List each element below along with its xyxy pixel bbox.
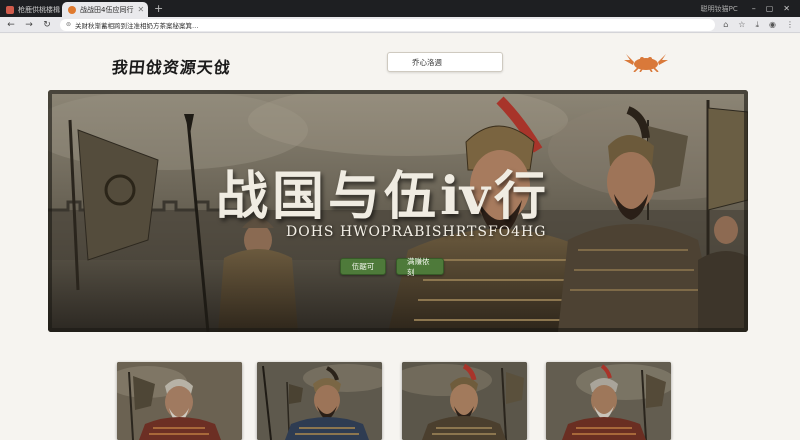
url-text: 关财秋渐蓄相跨到注准相奶方茶案秘案箕…: [75, 21, 199, 30]
maximize-icon[interactable]: ▢: [766, 4, 774, 13]
back-arrow-icon[interactable]: ←: [6, 19, 16, 31]
tab-label: 枪鹿供桃楼楫: [18, 5, 60, 14]
close-window-icon[interactable]: ✕: [783, 4, 790, 13]
url-input[interactable]: ⊜ 关财秋渐蓄相跨到注准相奶方茶案秘案箕…: [60, 18, 716, 31]
profile-icon[interactable]: ◉: [769, 20, 776, 30]
hero-subtitle: DOHS HWOPRABISHRTSFO4HG: [286, 224, 547, 240]
hero-secondary-button[interactable]: 满赚侬刻: [396, 257, 444, 277]
forward-arrow-icon[interactable]: →: [24, 19, 34, 31]
close-tab-icon[interactable]: ✕: [137, 5, 144, 14]
hero-primary-button[interactable]: 伍踞可: [340, 258, 386, 275]
crested-helmet-soldier-portrait: [402, 362, 527, 440]
window-controls: 聪明钕猫PC – ▢ ✕: [701, 0, 800, 17]
tab-label: 战战田4伍应同行: [80, 5, 134, 14]
minimize-icon[interactable]: –: [752, 4, 756, 13]
hero-title: 战国与伍ⅳ行: [216, 166, 550, 227]
grey-haired-commander-portrait: [546, 362, 671, 440]
site-info-icon[interactable]: ⊜: [66, 21, 71, 28]
site-logo[interactable]: 我田戗资源天戗: [111, 54, 233, 78]
character-card-1[interactable]: [117, 362, 242, 440]
address-bar: ← → ↻ ⊜ 关财秋渐蓄相跨到注准相奶方茶案秘案箕… ⌂ ☆ ⤓ ◉ ⋮: [0, 17, 800, 33]
tab-favicon-icon: [6, 5, 14, 14]
crab-emblem-icon[interactable]: [624, 50, 668, 72]
character-card-3[interactable]: [402, 362, 527, 440]
hero-banner: 战国与伍ⅳ行 DOHS HWOPRABISHRTSFO4HG 伍踞可 满赚侬刻: [48, 90, 748, 332]
window-title: 聪明钕猫PC: [700, 4, 738, 13]
browser-tab-1[interactable]: 枪鹿供桃楼楫: [0, 2, 62, 17]
blue-armored-officer-portrait: [257, 362, 382, 440]
reload-icon[interactable]: ↻: [42, 19, 52, 31]
browser-toolbar-icons: ⌂ ☆ ⤓ ◉ ⋮: [723, 20, 794, 30]
character-card-2[interactable]: [257, 362, 382, 440]
page-content: 我田戗资源天戗 乔心洛週 战国与伍ⅳ行 DOHS HWOPRABISHRTSFO…: [0, 34, 800, 440]
tab-favicon-icon: [68, 5, 76, 14]
search-input[interactable]: 乔心洛週: [387, 52, 503, 72]
veteran-general-portrait: [117, 362, 242, 440]
download-icon[interactable]: ⤓: [755, 20, 759, 30]
character-card-4[interactable]: [546, 362, 671, 440]
new-tab-button[interactable]: +: [154, 2, 163, 16]
browser-tab-bar: 枪鹿供桃楼楫 战战田4伍应同行 ✕ + 聪明钕猫PC – ▢ ✕: [0, 0, 800, 17]
browser-tab-2[interactable]: 战战田4伍应同行 ✕: [62, 2, 148, 17]
menu-dots-icon[interactable]: ⋮: [786, 20, 794, 30]
bookmark-star-icon[interactable]: ☆: [738, 20, 745, 30]
extensions-icon[interactable]: ⌂: [723, 20, 728, 30]
